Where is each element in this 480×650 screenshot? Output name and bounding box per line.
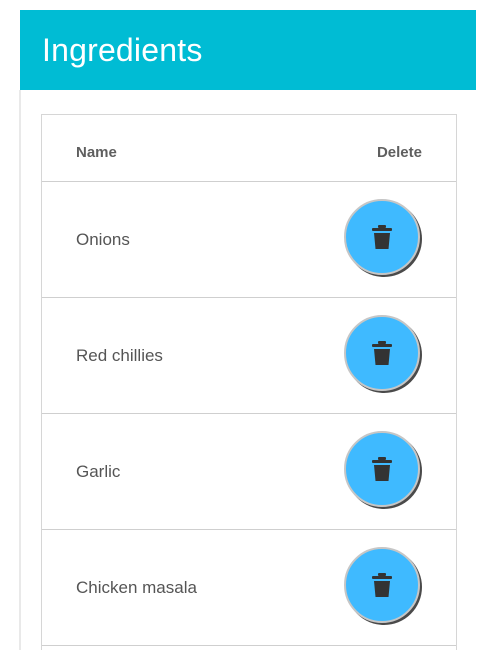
trash-icon: [372, 225, 392, 249]
trash-icon: [372, 457, 392, 481]
table-row: Red chillies: [42, 298, 456, 414]
table-header: Name Delete: [42, 115, 456, 182]
delete-button[interactable]: [344, 547, 420, 623]
column-header-name: Name: [76, 144, 117, 161]
trash-icon: [372, 573, 392, 597]
table-row: Garlic: [42, 414, 456, 530]
ingredient-name: Chicken masala: [76, 578, 197, 597]
table-row: Chicken masala: [42, 530, 456, 646]
ingredient-name: Garlic: [76, 462, 121, 481]
column-header-delete: Delete: [376, 144, 422, 161]
trash-icon: [372, 341, 392, 365]
delete-button[interactable]: [344, 315, 420, 391]
page: Ingredients Name Delete Onions Red chill…: [0, 0, 480, 650]
page-title: Ingredients: [42, 31, 203, 68]
app-header: Ingredients: [20, 10, 476, 90]
delete-button[interactable]: [344, 431, 420, 507]
ingredients-table: Name Delete Onions Red chillies Garlic C…: [41, 114, 457, 650]
delete-button[interactable]: [344, 199, 420, 275]
table-row: Onions: [42, 182, 456, 298]
left-divider: [19, 90, 21, 650]
ingredient-name: Onions: [76, 230, 130, 249]
ingredient-name: Red chillies: [76, 346, 163, 365]
